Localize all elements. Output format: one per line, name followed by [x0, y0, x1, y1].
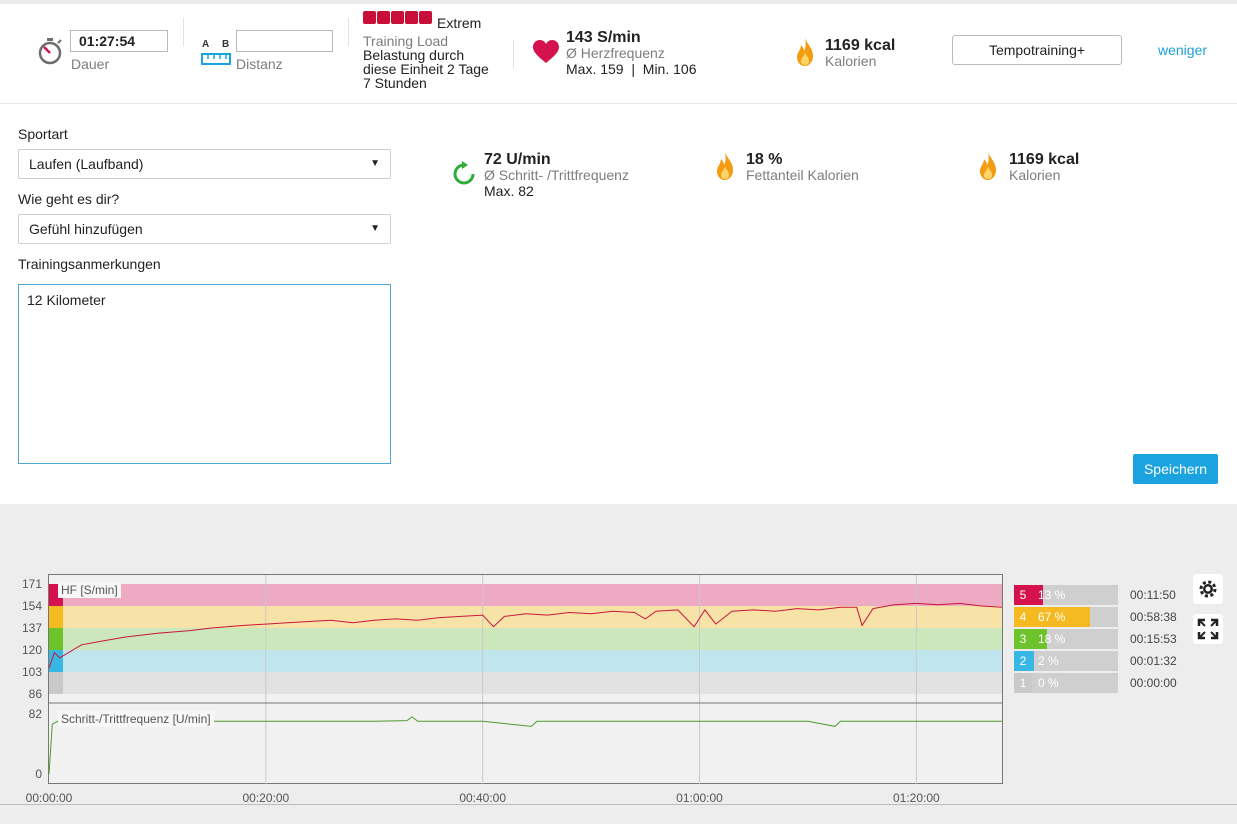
zone-number: 3 — [1014, 629, 1032, 649]
distance-a-letter: A — [202, 39, 210, 50]
cadence-icon — [453, 161, 475, 185]
hr-zone-marker-1 — [49, 672, 63, 694]
notes-textarea[interactable]: 12 Kilometer — [18, 284, 391, 464]
notes-label: Trainingsanmerkungen — [18, 256, 161, 272]
sport-select[interactable]: Laufen (Laufband) ▼ — [18, 149, 391, 179]
training-load-text: Belastung durch diese Einheit 2 Tage 7 S… — [363, 47, 489, 91]
training-load-level: Extrem — [437, 15, 482, 31]
zone-percent: 0 % — [1038, 676, 1059, 690]
feeling-select-value: Gefühl hinzufügen — [29, 221, 143, 237]
ruler-icon — [201, 53, 231, 65]
zone-time: 00:01:32 — [1130, 654, 1177, 668]
hr-series-label: HF [S/min] — [58, 582, 121, 598]
flame-icon — [980, 152, 996, 180]
distance-label: Distanz — [236, 56, 283, 72]
zone-row-5: 5 13 % — [1014, 585, 1118, 605]
cadence-label: Ø Schritt- /Trittfrequenz — [484, 167, 629, 183]
avg-heart-rate-label: Ø Herzfrequenz — [566, 45, 665, 61]
cadence-series-label: Schritt-/Trittfrequenz [U/min] — [58, 711, 214, 727]
hr-zone-band-4 — [49, 606, 1002, 628]
zone-time: 00:11:50 — [1130, 588, 1176, 602]
chart-settings-button[interactable] — [1193, 574, 1223, 604]
zone-percent: 13 % — [1038, 588, 1066, 602]
x-tick: 00:40:00 — [459, 791, 507, 805]
zone-percent: 18 % — [1038, 632, 1066, 646]
heart-rate-minmax: Max. 159 | Min. 106 — [566, 61, 697, 77]
zone-row-3: 3 18 % — [1014, 629, 1118, 649]
divider — [513, 40, 514, 68]
stopwatch-icon — [38, 38, 62, 65]
sport-select-value: Laufen (Laufband) — [29, 156, 144, 172]
hr-y-tick: 137 — [21, 621, 42, 635]
zone-percent: 67 % — [1038, 610, 1066, 624]
duration-input[interactable] — [70, 30, 168, 52]
x-tick: 01:00:00 — [676, 791, 723, 805]
zone-share-bar — [1032, 651, 1034, 671]
stats-calories-label: Kalorien — [1009, 167, 1061, 183]
training-charts — [48, 575, 1003, 784]
hr-y-tick: 120 — [21, 643, 42, 657]
fullscreen-icon — [1197, 618, 1219, 640]
zone-number: 4 — [1014, 607, 1032, 627]
hr-y-tick: 86 — [28, 687, 42, 701]
duration-label: Dauer — [71, 56, 110, 72]
fat-calories-label: Fettanteil Kalorien — [746, 167, 859, 183]
zone-number: 1 — [1014, 673, 1032, 693]
hr-zone-band-5 — [49, 584, 1002, 606]
x-tick: 01:20:00 — [892, 791, 940, 805]
zone-row-2: 2 2 % — [1014, 651, 1118, 671]
training-load-indicator — [363, 11, 432, 24]
hr-zone-band-3 — [49, 628, 1002, 650]
divider — [183, 18, 184, 46]
sport-label: Sportart — [18, 126, 68, 142]
hr-y-tick: 103 — [21, 665, 42, 679]
gear-icon — [1199, 580, 1217, 598]
hr-zone-marker-3 — [49, 628, 63, 650]
zone-time: 00:00:00 — [1130, 676, 1177, 690]
zone-time: 00:15:53 — [1130, 632, 1177, 646]
chevron-down-icon: ▼ — [370, 223, 380, 234]
cadence-y-tick: 82 — [28, 707, 42, 721]
fullscreen-button[interactable] — [1193, 614, 1223, 644]
show-less-link[interactable]: weniger — [1158, 42, 1207, 58]
zone-number: 5 — [1014, 585, 1032, 605]
hr-zone-marker-4 — [49, 606, 63, 628]
chevron-down-icon: ▼ — [370, 158, 380, 169]
bottom-divider — [0, 804, 1237, 805]
zone-row-1: 1 0 % — [1014, 673, 1118, 693]
flame-icon — [797, 38, 813, 66]
hr-zone-band-2 — [49, 650, 1002, 672]
sport-profile-button[interactable]: Tempotraining+ — [952, 35, 1122, 65]
distance-input[interactable] — [236, 30, 333, 52]
x-tick: 00:00:00 — [25, 791, 73, 805]
heart-icon — [533, 40, 559, 63]
cadence-max: Max. 82 — [484, 183, 534, 199]
feeling-label: Wie geht es dir? — [18, 191, 120, 207]
flame-icon — [717, 152, 733, 180]
x-tick: 00:20:00 — [242, 791, 290, 805]
zone-number: 2 — [1014, 651, 1032, 671]
zone-row-4: 4 67 % — [1014, 607, 1118, 627]
hr-y-tick: 154 — [21, 599, 42, 613]
distance-b-letter: B — [222, 39, 230, 50]
cadence-y-tick: 0 — [35, 767, 42, 781]
hr-y-tick: 171 — [21, 577, 42, 591]
divider — [348, 18, 349, 46]
feeling-select[interactable]: Gefühl hinzufügen ▼ — [18, 214, 391, 244]
calories-label: Kalorien — [825, 53, 877, 69]
zone-percent: 2 % — [1038, 654, 1059, 668]
zone-time: 00:58:38 — [1130, 610, 1177, 624]
hr-zone-band-1 — [49, 672, 1002, 694]
save-button[interactable]: Speichern — [1133, 454, 1218, 484]
